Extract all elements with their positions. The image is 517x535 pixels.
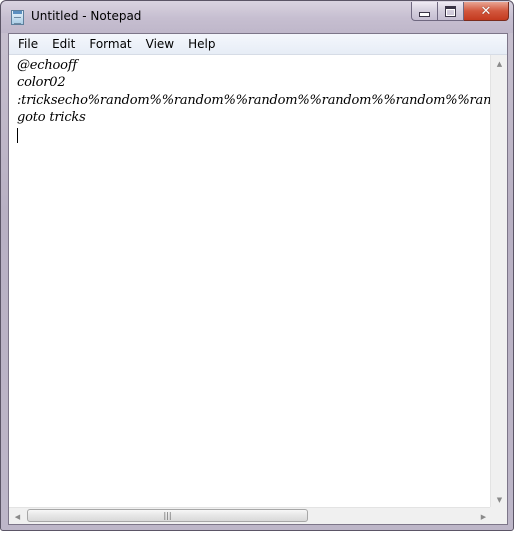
notepad-window: Untitled - Notepad ✕ File Edit Format Vi… [0, 0, 514, 531]
title-bar[interactable]: Untitled - Notepad ✕ [1, 1, 513, 33]
vertical-scrollbar[interactable]: ▲ ▼ [490, 55, 507, 508]
maximize-icon [445, 5, 456, 17]
close-icon: ✕ [480, 3, 492, 19]
menu-edit[interactable]: Edit [45, 34, 82, 54]
horizontal-scrollbar[interactable]: ◀ ||| ▶ [9, 507, 492, 524]
window-controls: ✕ [411, 2, 509, 22]
notepad-icon[interactable] [11, 10, 24, 25]
size-grip[interactable] [490, 507, 507, 524]
horizontal-scroll-thumb[interactable]: ||| [27, 509, 308, 522]
minimize-icon [419, 12, 430, 17]
editor-line-1: @echooff [17, 58, 78, 73]
menu-view[interactable]: View [139, 34, 181, 54]
editor-line-2: color02 [17, 75, 66, 90]
client-area: File Edit Format View Help @echooff colo… [8, 33, 508, 525]
scroll-up-icon[interactable]: ▲ [491, 55, 508, 72]
menu-format[interactable]: Format [82, 34, 138, 54]
text-caret [17, 128, 18, 143]
minimize-button[interactable] [411, 2, 438, 21]
window-title: Untitled - Notepad [31, 9, 142, 23]
scroll-down-icon[interactable]: ▼ [491, 491, 508, 508]
menu-help[interactable]: Help [181, 34, 222, 54]
maximize-button[interactable] [438, 2, 464, 21]
editor-line-4: goto tricks [17, 110, 86, 125]
text-editor[interactable]: @echooff color02 :tricksecho%random%%ran… [9, 55, 492, 508]
editor-line-3: :tricksecho%random%%random%%random%%rand… [17, 93, 492, 108]
menu-file[interactable]: File [9, 34, 45, 54]
scroll-left-icon[interactable]: ◀ [9, 508, 26, 525]
menu-bar: File Edit Format View Help [9, 34, 507, 55]
grip-icon: ||| [163, 510, 172, 520]
close-button[interactable]: ✕ [464, 2, 509, 21]
